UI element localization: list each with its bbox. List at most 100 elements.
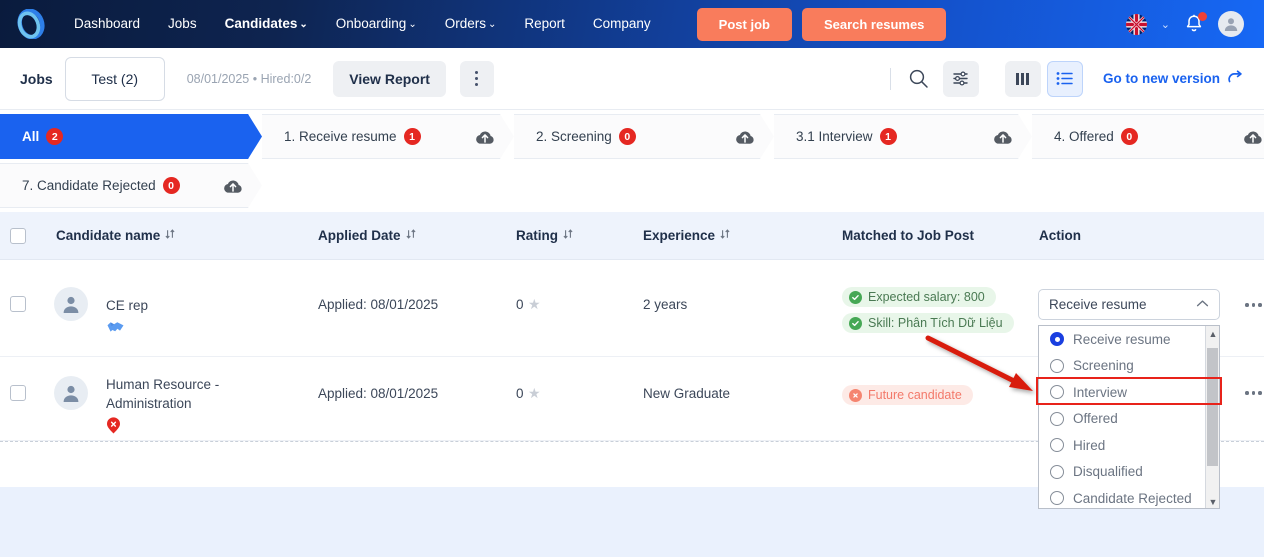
pipeline-tab-receive-resume-count: 1 [404, 128, 421, 145]
dropdown-option-candidate-rejected[interactable]: Candidate Rejected [1039, 485, 1219, 508]
nav-jobs[interactable]: Jobs [154, 0, 211, 48]
notification-badge-dot [1198, 12, 1207, 21]
toolbar-jobs-label: Jobs [20, 70, 53, 87]
avatar [54, 376, 88, 410]
nav-orders[interactable]: Orders ⌄ [431, 0, 511, 48]
nav-dashboard[interactable]: Dashboard [60, 0, 154, 48]
more-options-icon[interactable] [459, 60, 494, 97]
match-tag: Expected salary: 800 [842, 287, 996, 307]
language-chevron-down-icon[interactable]: ⌄ [1161, 18, 1170, 31]
dropdown-scrollbar-thumb[interactable] [1207, 348, 1218, 466]
nav-company[interactable]: Company [579, 0, 665, 48]
column-header-rating[interactable]: Rating [516, 228, 573, 243]
list-view-icon[interactable] [1046, 60, 1083, 97]
pipeline-tab-interview-label: 3.1 Interview [796, 129, 873, 144]
pipeline-row-1: All 2 1. Receive resume 1 2. Screening 0 [0, 114, 1264, 159]
pipeline-tab-offered-count: 0 [1121, 128, 1138, 145]
post-job-button[interactable]: Post job [696, 7, 792, 41]
dropdown-option-receive-resume-label: Receive resume [1073, 331, 1171, 347]
view-report-button[interactable]: View Report [333, 60, 446, 97]
pipeline-tab-screening[interactable]: 2. Screening 0 [514, 114, 774, 159]
column-header-action: Action [1039, 228, 1081, 243]
search-resumes-button[interactable]: Search resumes [801, 7, 947, 41]
dropdown-option-candidate-rejected-label: Candidate Rejected [1073, 490, 1192, 506]
action-status-select-value: Receive resume [1049, 297, 1147, 312]
job-select-value: Test (2) [91, 70, 139, 87]
cloud-upload-icon[interactable] [708, 128, 756, 146]
user-avatar-icon[interactable] [1218, 11, 1244, 37]
handshake-icon [106, 319, 148, 340]
action-status-select[interactable]: Receive resume [1038, 289, 1220, 320]
cloud-upload-icon[interactable] [196, 177, 244, 195]
column-header-candidate-name[interactable]: Candidate name [56, 228, 175, 243]
row-checkbox[interactable] [10, 385, 26, 401]
search-icon[interactable] [901, 61, 937, 97]
radio-icon [1050, 438, 1064, 453]
matched-tags: Expected salary: 800 Skill: Phân Tích Dữ… [842, 287, 1014, 339]
dropdown-option-hired-label: Hired [1073, 437, 1106, 453]
nav-candidates[interactable]: Candidates ⌄ [211, 0, 322, 48]
matched-tags: Future candidate [842, 385, 973, 411]
column-header-experience-label: Experience [643, 228, 716, 243]
pipeline-tab-candidate-rejected-label: 7. Candidate Rejected [22, 178, 156, 193]
cloud-upload-icon[interactable] [448, 128, 496, 146]
dropdown-scrollbar[interactable]: ▲ ▼ [1205, 326, 1219, 508]
avatar [54, 287, 88, 321]
radio-icon [1050, 411, 1064, 426]
top-navigation-bar: Dashboard Jobs Candidates ⌄ Onboarding ⌄… [0, 0, 1264, 48]
radio-icon [1050, 358, 1064, 373]
pipeline-tab-candidate-rejected[interactable]: 7. Candidate Rejected 0 [0, 163, 262, 208]
dropdown-option-hired[interactable]: Hired [1039, 432, 1219, 459]
candidate-name[interactable]: CE rep [106, 296, 148, 315]
sort-icon [165, 228, 175, 243]
sort-icon [720, 228, 730, 243]
select-all-checkbox[interactable] [10, 228, 26, 244]
nav-report[interactable]: Report [510, 0, 579, 48]
experience-value: New Graduate [643, 386, 731, 401]
dropdown-option-receive-resume[interactable]: Receive resume [1039, 326, 1219, 353]
pipeline-tab-interview[interactable]: 3.1 Interview 1 [774, 114, 1032, 159]
scroll-up-arrow-icon[interactable]: ▲ [1206, 326, 1219, 342]
job-select-dropdown[interactable]: Test (2) [64, 56, 165, 101]
dropdown-option-interview-label: Interview [1073, 384, 1128, 400]
row-more-options-icon[interactable] [1245, 391, 1262, 395]
nav-candidates-label: Candidates [224, 16, 298, 31]
action-status-dropdown-menu[interactable]: Receive resume Screening Interview Offer… [1038, 325, 1220, 509]
pipeline-tab-receive-resume[interactable]: 1. Receive resume 1 [262, 114, 514, 159]
rating-star-icon[interactable]: ★ [528, 296, 541, 313]
match-tag-label: Expected salary: 800 [868, 290, 985, 304]
go-to-new-version-link[interactable]: Go to new version [1103, 69, 1244, 88]
pipeline-tab-all-count: 2 [46, 128, 63, 145]
column-header-matched-to-job-post: Matched to Job Post [842, 228, 974, 243]
scroll-down-arrow-icon[interactable]: ▼ [1206, 494, 1219, 508]
nav-jobs-label: Jobs [168, 16, 197, 31]
dropdown-option-screening[interactable]: Screening [1039, 352, 1219, 379]
app-logo[interactable] [16, 9, 46, 39]
candidate-name[interactable]: Human Resource - Administration [106, 375, 256, 413]
candidates-table-header: Candidate name Applied Date Rating Exper… [0, 212, 1264, 260]
pipeline-tab-offered[interactable]: 4. Offered 0 [1032, 114, 1264, 159]
nav-onboarding[interactable]: Onboarding ⌄ [322, 0, 431, 48]
nav-right-cluster: ⌄ [1125, 11, 1248, 37]
row-more-options-icon[interactable] [1245, 303, 1262, 307]
pipeline-row-2: 7. Candidate Rejected 0 [0, 163, 262, 208]
filter-settings-icon[interactable] [942, 60, 979, 97]
nav-action-buttons: Post job Search resumes [696, 7, 947, 41]
board-view-icon[interactable] [1004, 60, 1041, 97]
nav-dashboard-label: Dashboard [74, 16, 141, 31]
notification-bell-icon[interactable] [1184, 12, 1207, 35]
dropdown-option-offered[interactable]: Offered [1039, 405, 1219, 432]
row-checkbox[interactable] [10, 296, 26, 312]
pipeline-tab-all[interactable]: All 2 [0, 114, 262, 159]
cloud-upload-icon[interactable] [966, 128, 1014, 146]
cloud-upload-icon[interactable] [1216, 128, 1264, 146]
column-header-experience[interactable]: Experience [643, 228, 730, 243]
uk-flag-icon[interactable] [1125, 13, 1147, 35]
dropdown-option-disqualified[interactable]: Disqualified [1039, 458, 1219, 485]
dropdown-option-interview[interactable]: Interview [1039, 379, 1219, 406]
rating-star-icon[interactable]: ★ [528, 385, 541, 402]
dropdown-option-offered-label: Offered [1073, 411, 1118, 427]
toolbar-right-cluster: Go to new version [889, 60, 1244, 97]
job-toolbar: Jobs Test (2) 08/01/2025 • Hired:0/2 Vie… [0, 48, 1264, 110]
column-header-applied-date[interactable]: Applied Date [318, 228, 416, 243]
